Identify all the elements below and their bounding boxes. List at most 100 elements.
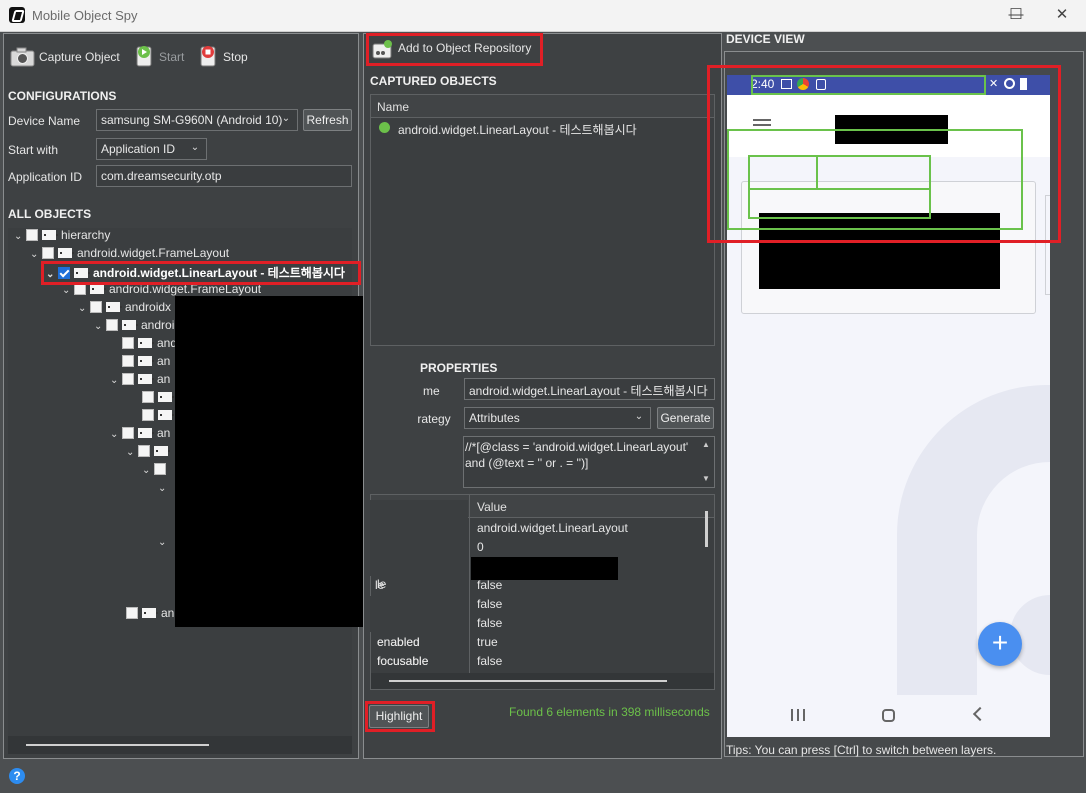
locator-strategy-select[interactable]: Attributes ⌄	[464, 407, 651, 429]
tree-node[interactable]: ⌄ an	[110, 372, 170, 390]
checkbox[interactable]	[122, 373, 134, 385]
xpath-scrollbar[interactable]: ▲ ▼	[700, 438, 713, 486]
checkbox[interactable]	[142, 409, 154, 421]
device-name-select[interactable]: samsung SM-G960N (Android 10) ⌄	[96, 109, 298, 131]
object-name-field[interactable]: android.widget.LinearLayout - 테스트해봅시다	[464, 378, 715, 400]
capture-object-label: Capture Object	[39, 50, 120, 64]
checkbox[interactable]	[138, 445, 150, 457]
recent-apps-icon[interactable]	[791, 709, 805, 721]
capture-object-button[interactable]: Capture Object	[10, 44, 125, 70]
home-icon[interactable]	[882, 709, 895, 722]
application-id-label: Application ID	[8, 170, 83, 184]
stop-label: Stop	[223, 50, 248, 64]
add-to-object-repository-button[interactable]: Add to Object Repository	[369, 36, 541, 64]
property-value: true	[477, 635, 498, 649]
checkbox[interactable]	[42, 247, 54, 259]
checkbox[interactable]	[154, 463, 166, 475]
highlight-button[interactable]: Highlight	[369, 705, 429, 728]
start-with-select[interactable]: Application ID ⌄	[96, 138, 207, 160]
node-icon	[142, 608, 158, 618]
tree-node[interactable]	[142, 408, 177, 426]
add-fab-button[interactable]: +	[978, 622, 1022, 666]
help-icon[interactable]: ?	[9, 768, 25, 784]
checkbox[interactable]	[142, 391, 154, 403]
app-window: Mobile Object Spy — ☐ ✕ Capture Object S…	[0, 0, 1086, 793]
checkbox-checked[interactable]	[58, 267, 70, 279]
tree-node-selected[interactable]: ⌄ android.widget.LinearLayout - 테스트해봅시다	[46, 264, 345, 282]
checkbox[interactable]	[74, 283, 86, 295]
tree-node[interactable]: ⌄ hierarchy	[14, 228, 110, 246]
xpath-locator-field[interactable]: //*[@class = 'android.widget.LinearLayou…	[463, 436, 715, 488]
checkbox[interactable]	[106, 319, 118, 331]
overlay-line	[748, 188, 931, 190]
tree-node[interactable]: ⌄	[142, 462, 170, 480]
generate-button[interactable]: Generate	[657, 407, 714, 429]
device-name-label: Device Name	[8, 114, 81, 128]
chevron-down-icon: ⌄	[110, 429, 119, 440]
tree-node[interactable]	[142, 390, 177, 408]
captured-object-item[interactable]: android.widget.LinearLayout - 테스트해봅시다	[371, 119, 714, 137]
checkbox[interactable]	[122, 427, 134, 439]
property-value: false	[477, 654, 503, 668]
start-icon	[136, 46, 152, 67]
node-icon	[74, 268, 90, 278]
property-value: 0	[477, 540, 484, 554]
property-name: focusable	[377, 654, 429, 668]
scroll-thumb[interactable]	[389, 680, 667, 682]
app-logo-icon	[9, 7, 25, 23]
add-to-repository-label: Add to Object Repository	[398, 41, 532, 55]
tree-node[interactable]: an	[126, 606, 174, 624]
close-button[interactable]: ✕	[1039, 0, 1085, 32]
checkbox[interactable]	[26, 229, 38, 241]
start-with-value: Application ID	[101, 142, 176, 156]
occluded-labels	[370, 360, 418, 490]
tree-node-label: android.widget.FrameLayout	[77, 246, 230, 260]
captured-objects-list: Name android.widget.LinearLayout - 테스트해봅…	[370, 94, 715, 346]
maximize-button[interactable]: ☐	[993, 0, 1039, 32]
tree-node[interactable]: ⌄ androidx	[78, 300, 171, 318]
chevron-down-icon: ⌄	[14, 231, 23, 242]
all-objects-heading: ALL OBJECTS	[8, 207, 92, 221]
device-name-value: samsung SM-G960N (Android 10)	[101, 113, 283, 127]
start-with-label: Start with	[8, 143, 59, 157]
tree-node[interactable]: an	[122, 354, 170, 372]
tree-hscrollbar[interactable]	[8, 736, 352, 754]
node-icon	[138, 428, 154, 438]
checkbox[interactable]	[122, 355, 134, 367]
node-icon	[158, 392, 174, 402]
window-title: Mobile Object Spy	[32, 8, 138, 23]
device-screen[interactable]: 2:40 ✕ +	[727, 75, 1050, 737]
tree-node[interactable]: ⌄	[158, 480, 170, 498]
tree-node[interactable]: andr	[122, 336, 181, 354]
scroll-thumb[interactable]	[26, 744, 209, 746]
chevron-down-icon: ⌄	[110, 375, 119, 386]
tree-node[interactable]: ⌄ an	[110, 426, 170, 444]
refresh-button[interactable]: Refresh	[303, 109, 352, 131]
tree-node[interactable]: ⌄	[126, 444, 173, 462]
checkbox[interactable]	[122, 337, 134, 349]
application-id-field[interactable]: com.dreamsecurity.otp	[96, 165, 352, 187]
tree-node[interactable]: ⌄ android.widget.FrameLayout	[30, 246, 229, 264]
title-bar: Mobile Object Spy — ☐ ✕	[0, 0, 1086, 32]
property-name: le	[377, 577, 387, 591]
tree-node[interactable]: ⌄	[158, 534, 170, 552]
property-name: enabled	[377, 635, 420, 649]
chevron-down-icon: ⌄	[142, 465, 151, 476]
found-elements-status: Found 6 elements in 398 milliseconds	[509, 705, 710, 719]
start-button[interactable]: Start	[134, 44, 189, 70]
table-hscrollbar[interactable]	[371, 673, 714, 689]
hamburger-menu-icon[interactable]	[753, 119, 771, 121]
name-column-header: Name	[377, 100, 410, 114]
back-icon[interactable]	[972, 706, 988, 722]
tree-node[interactable]: ⌄ androi	[94, 318, 174, 336]
overlay-box	[748, 155, 818, 190]
chevron-down-icon: ⌄	[158, 483, 167, 494]
mute-icon: ✕	[989, 78, 999, 90]
checkbox[interactable]	[126, 607, 138, 619]
stop-button[interactable]: Stop	[198, 44, 258, 70]
checkbox[interactable]	[90, 301, 102, 313]
chevron-down-icon: ⌄	[78, 303, 87, 314]
captured-object-label: android.widget.LinearLayout - 테스트해봅시다	[398, 123, 637, 137]
node-icon	[138, 374, 154, 384]
table-vscroll-thumb[interactable]	[705, 511, 708, 547]
